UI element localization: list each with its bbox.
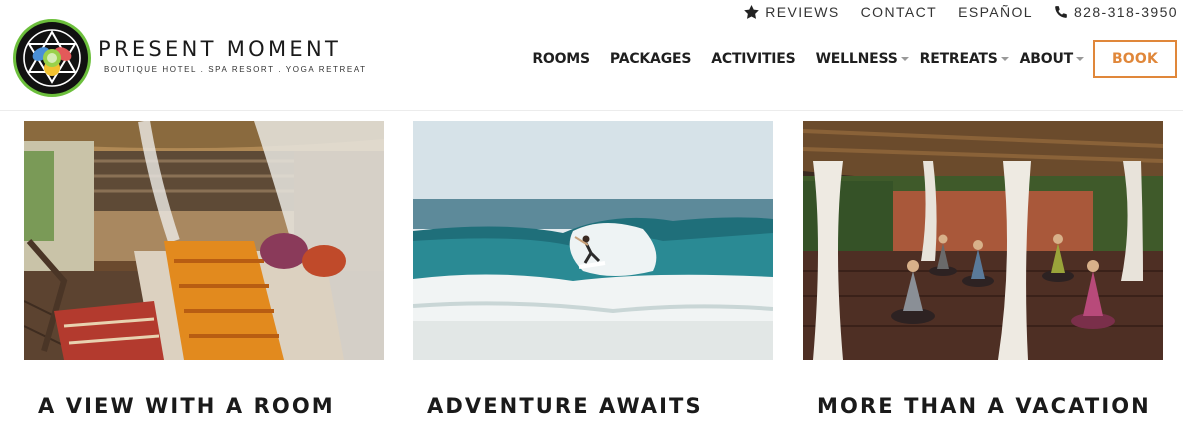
logo-title: PRESENT MOMENT [98,36,342,61]
phone-icon [1055,6,1067,18]
contact-label: CONTACT [860,4,938,20]
phone-label: 828-318-3950 [1074,4,1178,20]
espanol-link[interactable]: ESPAÑOL [958,4,1033,20]
card-title[interactable]: MORE THAN A VACATION [817,394,1151,418]
nav-wellness-label: WELLNESS [815,51,898,67]
main-nav: ROOMS PACKAGES ACTIVITIES WELLNESS RETRE… [512,40,1177,78]
chevron-down-icon [1076,57,1084,61]
chevron-down-icon [1000,57,1009,61]
surfer-photo[interactable] [413,121,773,360]
card-view-with-room[interactable]: A VIEW WITH A ROOM [24,121,384,418]
utility-bar: REVIEWS CONTACT ESPAÑOL 828-318-3950 [723,0,1183,24]
nav-about[interactable]: ABOUT [1019,51,1084,67]
book-button[interactable]: BOOK [1093,40,1177,78]
nav-packages-label: PACKAGES [609,51,692,67]
star-icon [744,5,760,19]
nav-wellness[interactable]: WELLNESS [815,51,909,67]
card-title[interactable]: A VIEW WITH A ROOM [38,394,335,418]
nav-activities-label: ACTIVITIES [711,51,796,67]
yoga-class-photo[interactable] [803,121,1163,360]
contact-link[interactable]: CONTACT [861,4,937,20]
lotus-logo-icon [13,19,91,97]
nav-rooms[interactable]: ROOMS [532,51,590,67]
logo-subtitle: BOUTIQUE HOTEL . SPA RESORT . YOGA RETRE… [104,64,367,74]
card-title[interactable]: ADVENTURE AWAITS [427,394,703,418]
nav-retreats-label: RETREATS [919,51,998,67]
nav-rooms-label: ROOMS [532,51,590,67]
bedroom-photo[interactable] [24,121,384,360]
header-divider [0,110,1183,111]
phone-link[interactable]: 828-318-3950 [1054,4,1178,20]
nav-packages[interactable]: PACKAGES [609,51,692,67]
site-logo[interactable]: PRESENT MOMENT BOUTIQUE HOTEL . SPA RESO… [12,18,367,98]
card-more-than-vacation[interactable]: MORE THAN A VACATION [803,121,1163,418]
logo-text: PRESENT MOMENT BOUTIQUE HOTEL . SPA RESO… [98,37,367,74]
reviews-label: REVIEWS [765,4,840,20]
reviews-link[interactable]: REVIEWS [744,4,839,20]
espanol-label: ESPAÑOL [958,4,1033,20]
nav-about-label: ABOUT [1019,51,1074,67]
nav-activities[interactable]: ACTIVITIES [711,51,796,67]
nav-retreats[interactable]: RETREATS [919,51,1009,67]
chevron-down-icon [900,57,909,61]
card-adventure-awaits[interactable]: ADVENTURE AWAITS [413,121,773,418]
